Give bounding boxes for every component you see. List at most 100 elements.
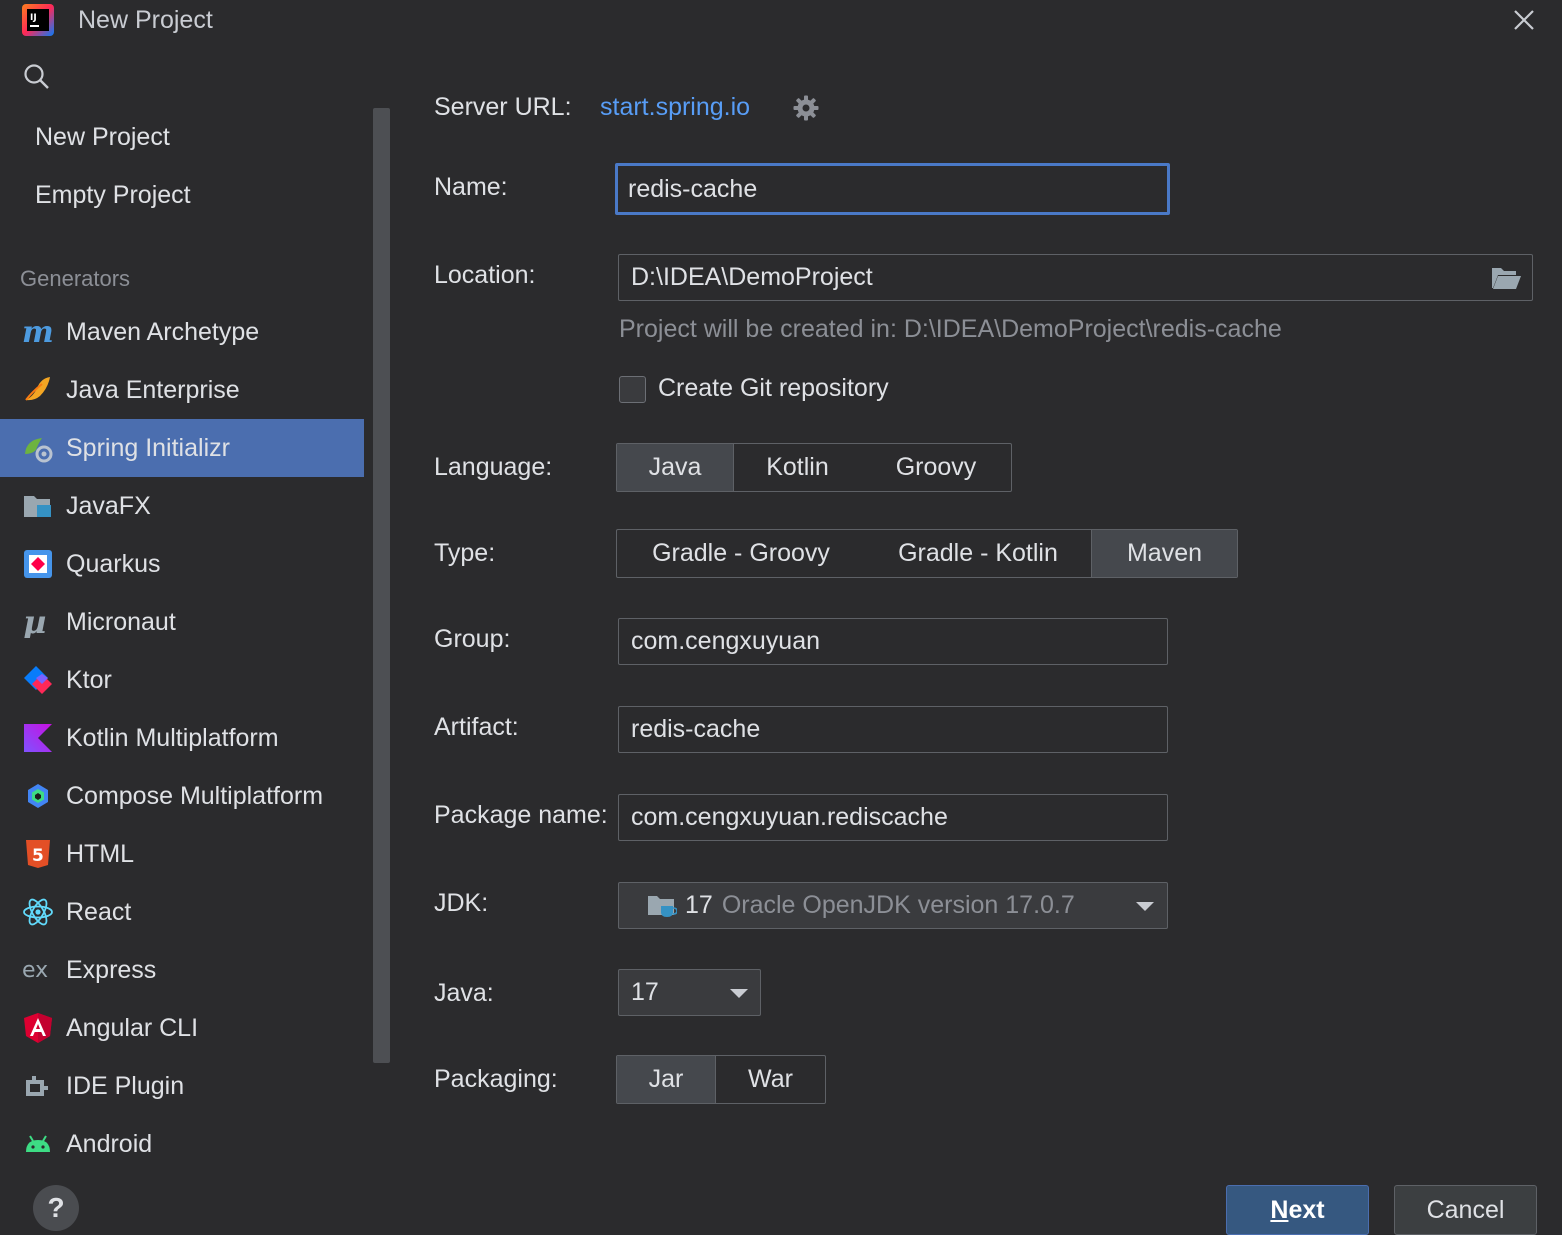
plugin-icon (22, 1070, 54, 1102)
compose-icon (22, 780, 54, 812)
git-checkbox[interactable] (619, 376, 646, 403)
location-value: D:\IDEA\DemoProject (631, 263, 873, 291)
next-button[interactable]: Next (1226, 1185, 1369, 1235)
language-option-java[interactable]: Java (617, 444, 734, 491)
sidebar-item-empty-project[interactable]: Empty Project (0, 166, 364, 224)
sidebar-item-label: Android (66, 1129, 153, 1158)
sidebar-item-label: Angular CLI (66, 1013, 199, 1042)
type-option-gradle-groovy[interactable]: Gradle - Groovy (617, 530, 865, 577)
packaging-option-jar[interactable]: Jar (617, 1056, 716, 1103)
svg-text:µ: µ (23, 606, 46, 638)
angular-icon (22, 1012, 54, 1044)
jdk-folder-icon (648, 895, 677, 917)
gear-icon[interactable] (792, 94, 820, 122)
type-label: Type: (434, 539, 496, 567)
title-bar: IJ New Project (0, 0, 1562, 44)
location-input[interactable]: D:\IDEA\DemoProject (618, 254, 1533, 301)
location-hint: Project will be created in: D:\IDEA\Demo… (619, 315, 1282, 343)
language-option-groovy[interactable]: Groovy (861, 444, 1011, 491)
window-title: New Project (78, 6, 213, 34)
sidebar-item-maven-archetype[interactable]: m Maven Archetype (0, 303, 364, 361)
help-button[interactable]: ? (33, 1185, 79, 1231)
sidebar-item-angular-cli[interactable]: Angular CLI (0, 999, 364, 1057)
packaging-selector: Jar War (616, 1055, 826, 1104)
sidebar-item-express[interactable]: ex Express (0, 941, 364, 999)
sidebar-item-label: Quarkus (66, 549, 161, 578)
packaging-label: Packaging: (434, 1065, 558, 1093)
group-input[interactable]: com.cengxuyuan (618, 618, 1168, 665)
javafx-icon (22, 490, 54, 522)
svg-text:IJ: IJ (30, 13, 37, 23)
type-selector: Gradle - Groovy Gradle - Kotlin Maven (616, 529, 1238, 578)
sidebar-item-label: Compose Multiplatform (66, 781, 324, 810)
artifact-input[interactable]: redis-cache (618, 706, 1168, 753)
react-icon (22, 896, 54, 928)
micronaut-icon: µ (22, 606, 54, 638)
packaging-option-war[interactable]: War (716, 1056, 825, 1103)
location-label: Location: (434, 261, 536, 289)
sidebar-item-micronaut[interactable]: µ Micronaut (0, 593, 364, 651)
sidebar-item-java-enterprise[interactable]: Java Enterprise (0, 361, 364, 419)
sidebar-item-label: JavaFX (66, 491, 151, 520)
server-url-link[interactable]: start.spring.io (600, 93, 750, 122)
sidebar-item-label: Express (66, 955, 157, 984)
jdk-label: JDK: (434, 889, 489, 917)
sidebar-item-javafx[interactable]: JavaFX (0, 477, 364, 535)
language-selector: Java Kotlin Groovy (616, 443, 1012, 492)
cancel-button[interactable]: Cancel (1394, 1185, 1537, 1235)
java-enterprise-icon (22, 374, 54, 406)
group-label: Group: (434, 625, 511, 653)
sidebar-item-compose-multiplatform[interactable]: Compose Multiplatform (0, 767, 364, 825)
sidebar-item-label: React (66, 897, 132, 926)
sidebar-item-html[interactable]: 5 HTML (0, 825, 364, 883)
sidebar-item-ktor[interactable]: Ktor (0, 651, 364, 709)
sidebar-item-label: Micronaut (66, 607, 176, 636)
kotlin-icon (22, 722, 54, 754)
sidebar-item-new-project[interactable]: New Project (0, 108, 364, 166)
type-option-gradle-kotlin[interactable]: Gradle - Kotlin (865, 530, 1092, 577)
sidebar-item-android[interactable]: Android (0, 1115, 364, 1173)
sidebar-item-quarkus[interactable]: Quarkus (0, 535, 364, 593)
artifact-label: Artifact: (434, 713, 519, 741)
sidebar-item-spring-initializr[interactable]: Spring Initializr (0, 419, 364, 477)
android-icon (22, 1128, 54, 1160)
sidebar-item-label: HTML (66, 839, 135, 868)
sidebar-item-kotlin-multiplatform[interactable]: Kotlin Multiplatform (0, 709, 364, 767)
next-mnemonic: N (1270, 1195, 1289, 1224)
generators-header: Generators (20, 266, 131, 291)
chevron-down-icon (730, 989, 748, 998)
sidebar-item-label: Maven Archetype (66, 317, 260, 346)
jdk-dropdown[interactable]: 17 Oracle OpenJDK version 17.0.7 (618, 882, 1168, 929)
language-label: Language: (434, 453, 553, 481)
sidebar-item-label: Empty Project (35, 180, 191, 209)
git-checkbox-label[interactable]: Create Git repository (658, 374, 889, 403)
sidebar-item-react[interactable]: React (0, 883, 364, 941)
name-label: Name: (434, 173, 508, 201)
jdk-description: Oracle OpenJDK version 17.0.7 (721, 891, 1075, 919)
next-label: ext (1288, 1195, 1325, 1224)
quarkus-icon (22, 548, 54, 580)
folder-open-icon[interactable] (1490, 264, 1522, 292)
ktor-icon (22, 664, 54, 696)
sidebar-item-ide-plugin[interactable]: IDE Plugin (0, 1057, 364, 1115)
package-name-input[interactable]: com.cengxuyuan.rediscache (618, 794, 1168, 841)
language-option-kotlin[interactable]: Kotlin (734, 444, 861, 491)
search-icon[interactable] (22, 62, 52, 92)
package-name-label: Package name: (434, 801, 608, 829)
server-url-label: Server URL: (434, 93, 572, 121)
sidebar-scrollbar[interactable] (373, 108, 390, 1063)
sidebar-item-label: IDE Plugin (66, 1071, 185, 1100)
java-version-value: 17 (631, 978, 659, 1006)
spring-icon (22, 432, 54, 464)
java-version-dropdown[interactable]: 17 (618, 969, 761, 1016)
sidebar-item-label: Java Enterprise (66, 375, 240, 404)
java-label: Java: (434, 979, 494, 1007)
jdk-version: 17 (685, 891, 713, 919)
type-option-maven[interactable]: Maven (1092, 530, 1237, 577)
intellij-idea-icon: IJ (22, 4, 54, 36)
svg-text:5: 5 (32, 846, 44, 866)
sidebar-item-label: Spring Initializr (66, 433, 230, 462)
sidebar-item-label: New Project (35, 122, 170, 151)
close-icon[interactable] (1508, 4, 1540, 36)
name-input[interactable]: redis-cache (615, 163, 1170, 215)
